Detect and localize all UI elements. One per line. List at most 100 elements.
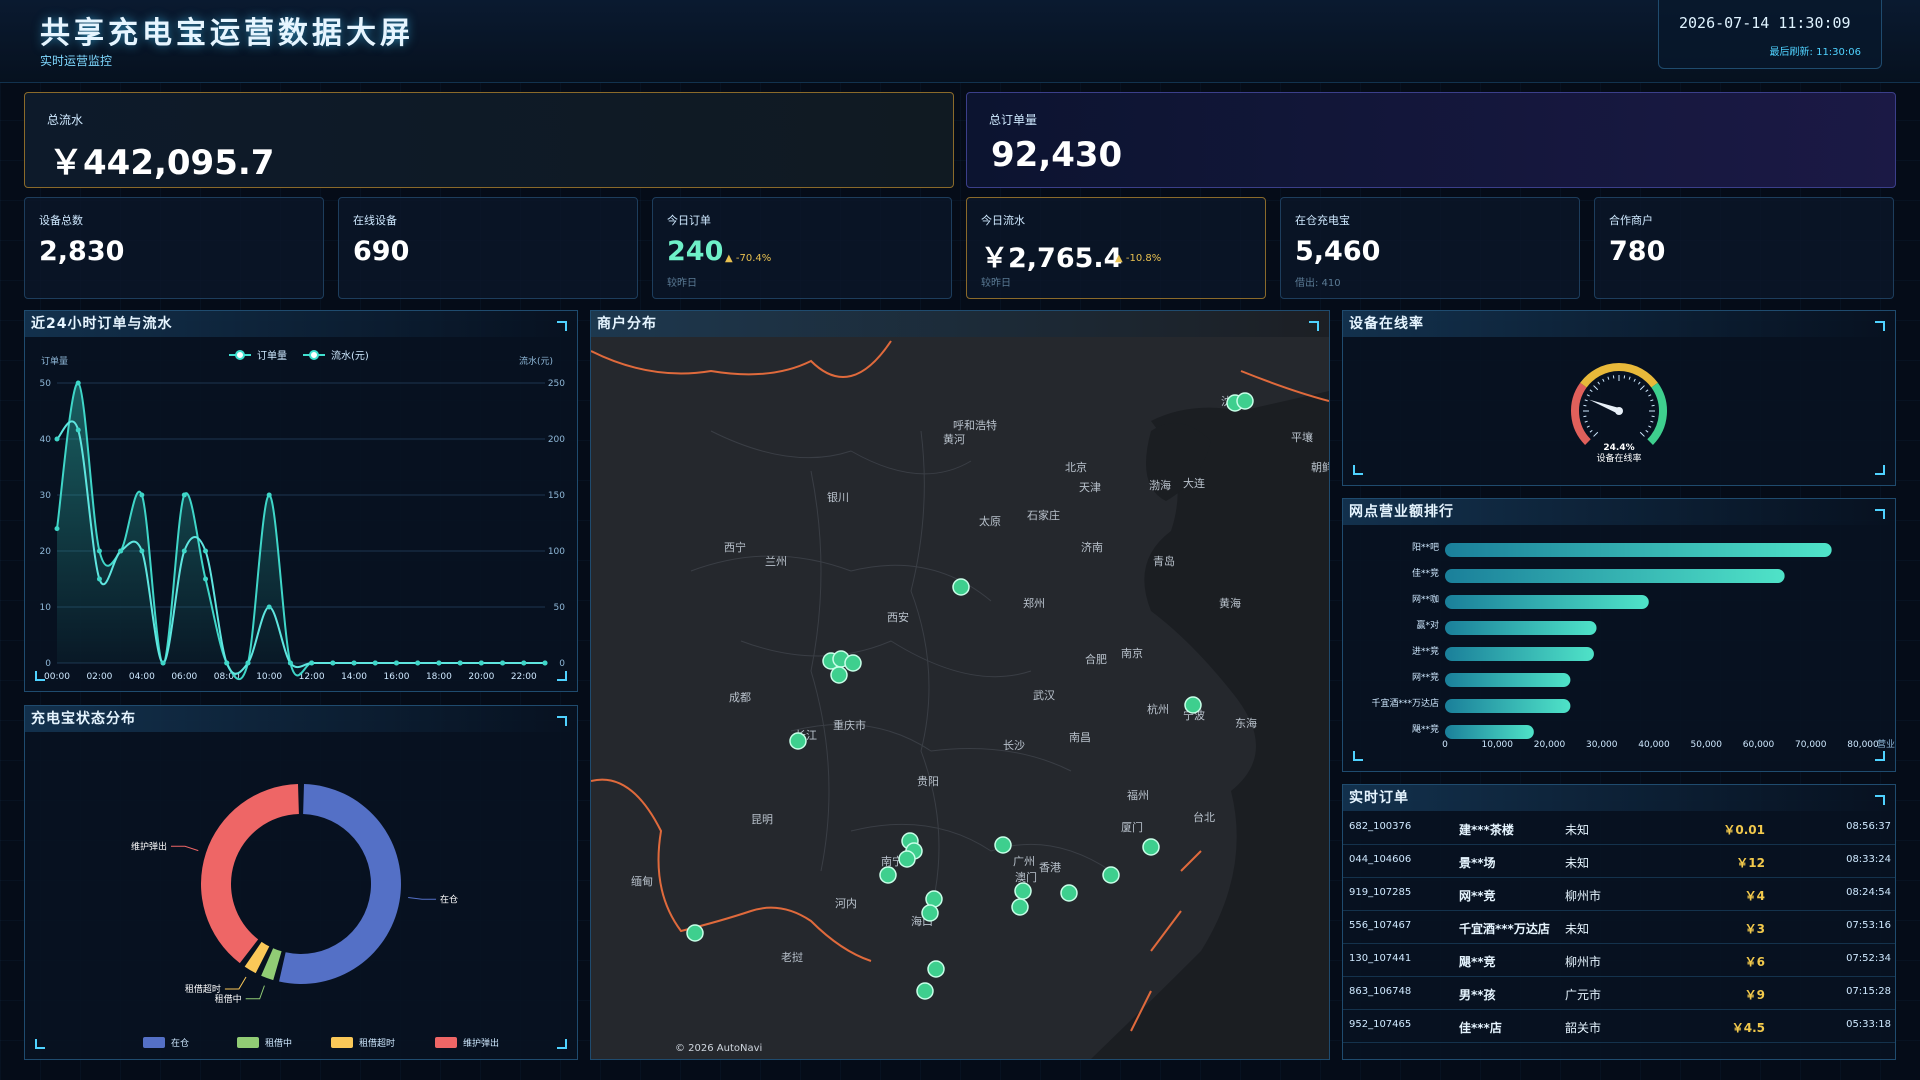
table-row[interactable]: 863_106748 男**孩 广元市 ￥9 07:15:28 <box>1343 976 1895 1010</box>
map-marker[interactable] <box>830 666 848 684</box>
map-label: 银川 <box>827 490 849 504</box>
table-row[interactable]: 044_104606 景**场 未知 ￥12 08:33:24 <box>1343 844 1895 878</box>
bar[interactable] <box>1445 673 1571 687</box>
table-row[interactable]: 556_107467 千宜酒***万达店 未知 ￥3 07:53:16 <box>1343 910 1895 944</box>
data-point[interactable] <box>415 660 421 666</box>
map-marker[interactable] <box>1236 392 1254 410</box>
data-point[interactable] <box>287 660 293 666</box>
bar[interactable] <box>1445 725 1534 739</box>
map-marker[interactable] <box>994 836 1012 854</box>
bar[interactable] <box>1445 543 1832 557</box>
map-label: 东海 <box>1235 716 1257 730</box>
map-marker[interactable] <box>921 904 939 922</box>
map-marker[interactable] <box>927 960 945 978</box>
map-marker[interactable] <box>1011 898 1029 916</box>
order-time: 07:53:16 <box>1846 920 1891 931</box>
data-point[interactable] <box>75 380 81 386</box>
data-point[interactable] <box>54 526 60 532</box>
gauge-band <box>1571 382 1591 445</box>
data-point[interactable] <box>54 436 60 442</box>
map-marker[interactable] <box>952 578 970 596</box>
table-row[interactable]: 919_107285 网**竞 柳州市 ￥4 08:24:54 <box>1343 877 1895 911</box>
legend-marker-revenue <box>309 350 319 360</box>
data-point[interactable] <box>457 660 463 666</box>
legend-swatch[interactable] <box>331 1037 353 1048</box>
map-marker[interactable] <box>1014 882 1032 900</box>
bar[interactable] <box>1445 569 1785 583</box>
legend-swatch[interactable] <box>435 1037 457 1048</box>
map-marker[interactable] <box>844 654 862 672</box>
bar[interactable] <box>1445 595 1649 609</box>
pie-slice[interactable] <box>201 784 299 964</box>
table-row[interactable]: 130_107441 飓**竞 柳州市 ￥6 07:52:34 <box>1343 943 1895 977</box>
x-tick: 50,000 <box>1691 740 1723 750</box>
gauge-caption: 设备在线率 <box>1596 452 1641 464</box>
map-label: 香港 <box>1039 861 1061 874</box>
kpi-trend: ▲ -10.8% <box>1115 253 1162 264</box>
bar[interactable] <box>1445 647 1594 661</box>
gauge-tick <box>1586 394 1590 397</box>
data-point[interactable] <box>309 660 315 666</box>
map-marker[interactable] <box>1102 866 1120 884</box>
order-amount: ￥12 <box>1736 856 1765 870</box>
map-marker[interactable] <box>916 982 934 1000</box>
legend-swatch[interactable] <box>143 1037 165 1048</box>
legend-label[interactable]: 维护弹出 <box>463 1037 499 1049</box>
gauge-tick <box>1645 389 1649 393</box>
data-point[interactable] <box>500 660 506 666</box>
data-point[interactable] <box>393 660 399 666</box>
map-marker[interactable] <box>1184 696 1202 714</box>
data-point[interactable] <box>245 660 251 666</box>
data-point[interactable] <box>224 660 230 666</box>
legend-label[interactable]: 租借中 <box>265 1037 292 1049</box>
gauge-tick <box>1648 425 1652 428</box>
map-marker[interactable] <box>898 850 916 868</box>
data-point[interactable] <box>203 548 209 554</box>
order-shop: 佳***店 <box>1459 1021 1502 1035</box>
x-tick: 00:00 <box>44 672 70 682</box>
data-point[interactable] <box>160 660 166 666</box>
legend-label[interactable]: 在仓 <box>171 1037 189 1049</box>
merchant-map[interactable]: 呼和浩特黄河北京天津沈阳银川太原石家庄渤海大连西宁兰州济南青岛黄海郑州西安合肥南… <box>591 311 1329 1059</box>
data-point[interactable] <box>266 492 272 498</box>
order-id: 556_107467 <box>1349 920 1412 931</box>
legend-swatch[interactable] <box>237 1037 259 1048</box>
data-point[interactable] <box>139 548 145 554</box>
table-row[interactable]: 952_107465 佳***店 韶关市 ￥4.5 05:33:18 <box>1343 1009 1895 1043</box>
data-point[interactable] <box>436 660 442 666</box>
map-marker[interactable] <box>879 866 897 884</box>
data-point[interactable] <box>542 660 548 666</box>
data-point[interactable] <box>75 427 81 433</box>
map-marker[interactable] <box>789 732 807 750</box>
bar[interactable] <box>1445 621 1597 635</box>
data-point[interactable] <box>118 548 124 554</box>
data-point[interactable] <box>203 576 209 582</box>
map-marker[interactable] <box>686 924 704 942</box>
chart-legend[interactable]: 订单量 流水(元) <box>229 349 369 362</box>
data-point[interactable] <box>96 548 102 554</box>
data-point[interactable] <box>521 660 527 666</box>
map-marker[interactable] <box>1142 838 1160 856</box>
data-point[interactable] <box>372 660 378 666</box>
bar[interactable] <box>1445 699 1571 713</box>
x-tick: 0 <box>1442 740 1448 750</box>
data-point[interactable] <box>96 576 102 582</box>
orders-list[interactable]: 682_100376 建***茶楼 未知 ￥0.01 08:56:37 044_… <box>1343 811 1895 1059</box>
data-point[interactable] <box>181 548 187 554</box>
data-point[interactable] <box>330 660 336 666</box>
x-tick: 20,000 <box>1534 740 1566 750</box>
data-point[interactable] <box>266 604 272 610</box>
data-point[interactable] <box>351 660 357 666</box>
gauge-tick <box>1593 385 1599 391</box>
y-tick-left: 20 <box>40 547 52 557</box>
y-tick-left: 30 <box>40 491 52 501</box>
data-point[interactable] <box>181 492 187 498</box>
legend-label[interactable]: 租借超时 <box>359 1037 395 1049</box>
data-point[interactable] <box>478 660 484 666</box>
map-label: 北京 <box>1065 460 1087 474</box>
map-marker[interactable] <box>1060 884 1078 902</box>
data-point[interactable] <box>139 492 145 498</box>
gauge-tick <box>1639 431 1645 437</box>
table-row[interactable]: 682_100376 建***茶楼 未知 ￥0.01 08:56:37 <box>1343 811 1895 845</box>
kpi-value: ￥442,095.7 <box>49 143 275 183</box>
